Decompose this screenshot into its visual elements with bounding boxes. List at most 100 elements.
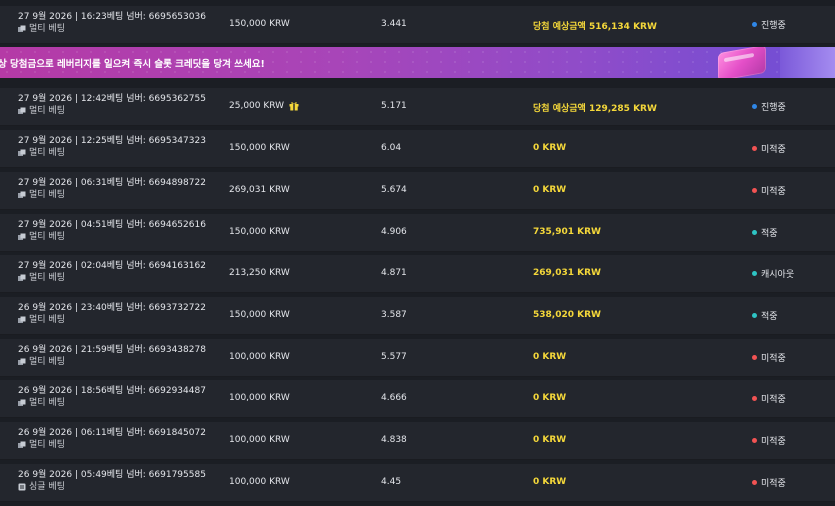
bet-date: 26 9월 2026 | 05:49: [18, 470, 107, 480]
bet-row[interactable]: 26 9월 2026 | 18:56베팅 넘버: 6692934487 멀티 베…: [0, 380, 835, 418]
bet-type: 멀티 베팅: [29, 398, 65, 408]
bet-amount: 100,000 KRW: [229, 352, 290, 362]
status-dot-icon: [752, 22, 757, 27]
bet-number-label: 베팅 넘버:: [106, 12, 146, 22]
bet-status: 캐시아웃: [752, 267, 794, 280]
bet-odds: 5.577: [381, 352, 407, 362]
bet-info: 26 9월 2026 | 18:56베팅 넘버: 6692934487 멀티 베…: [18, 385, 218, 409]
bet-payout: 당첨 예상금액 516,134 KRW: [533, 22, 657, 32]
bet-info: 26 9월 2026 | 21:59베팅 넘버: 6693438278 멀티 베…: [18, 344, 218, 368]
bet-date: 26 9월 2026 | 06:11: [18, 428, 107, 438]
status-dot-icon: [752, 188, 757, 193]
credit-card-icon: [718, 47, 766, 78]
bet-status: 미적중: [752, 392, 786, 405]
bet-payout: 당첨 예상금액 129,285 KRW: [533, 104, 657, 114]
bet-type: 멀티 베팅: [29, 273, 65, 283]
bet-row[interactable]: 26 9월 2026 | 05:49베팅 넘버: 6691795585 싱글 베…: [0, 464, 835, 502]
bet-type: 멀티 베팅: [29, 190, 65, 200]
bet-date: 27 9월 2026 | 06:31: [18, 178, 107, 188]
bet-type: 멀티 베팅: [29, 315, 65, 325]
bet-info: 27 9월 2026 | 02:04베팅 넘버: 6694163162 멀티 베…: [18, 260, 218, 284]
bet-number: 6691795585: [148, 470, 206, 480]
bet-payout: 0 KRW: [533, 352, 567, 362]
bet-number-label: 베팅 넘버:: [106, 303, 146, 313]
bet-number-label: 베팅 넘버:: [106, 428, 146, 438]
bet-payout: 735,901 KRW: [533, 227, 601, 237]
bet-status: 미적중: [752, 351, 786, 364]
bet-number: 6695362755: [148, 94, 206, 104]
bet-payout: 0 KRW: [533, 393, 567, 403]
bet-type: 멀티 베팅: [29, 24, 65, 34]
banner-text: 상 당첨금으로 레버리지를 일으켜 즉시 슬롯 크레딧을 당겨 쓰세요!: [0, 59, 265, 70]
bet-row[interactable]: 26 9월 2026 | 23:40베팅 넘버: 6693732722 멀티 베…: [0, 297, 835, 335]
bet-odds: 3.587: [381, 310, 407, 320]
bet-date: 27 9월 2026 | 12:42: [18, 94, 107, 104]
bet-row[interactable]: 27 9월 2026 | 16:23베팅 넘버: 6695653036 멀티 베…: [0, 6, 835, 44]
bet-number-label: 베팅 넘버:: [106, 220, 146, 230]
status-dot-icon: [752, 438, 757, 443]
bet-payout: 269,031 KRW: [533, 268, 601, 278]
bet-info: 27 9월 2026 | 12:25베팅 넘버: 6695347323 멀티 베…: [18, 135, 218, 159]
bet-info: 27 9월 2026 | 16:23베팅 넘버: 6695653036 멀티 베…: [18, 11, 218, 35]
single-bet-icon: [18, 483, 26, 491]
bet-status: 미적중: [752, 142, 786, 155]
bet-number: 6694652616: [148, 220, 206, 230]
bet-odds: 3.441: [381, 19, 407, 29]
multi-bet-icon: [18, 441, 26, 449]
bet-type: 멀티 베팅: [29, 148, 65, 158]
bet-odds: 4.871: [381, 268, 407, 278]
bet-date: 27 9월 2026 | 02:04: [18, 261, 107, 271]
bet-amount: 150,000 KRW: [229, 19, 290, 29]
bet-info: 27 9월 2026 | 12:42베팅 넘버: 6695362755 멀티 베…: [18, 93, 218, 117]
status-dot-icon: [752, 480, 757, 485]
bet-date: 26 9월 2026 | 18:56: [18, 386, 107, 396]
bet-odds: 4.45: [381, 477, 402, 487]
bet-type: 싱글 베팅: [29, 482, 65, 492]
status-dot-icon: [752, 271, 757, 276]
multi-bet-icon: [18, 274, 26, 282]
bet-payout: 0 KRW: [533, 143, 567, 153]
bet-row[interactable]: 27 9월 2026 | 04:51베팅 넘버: 6694652616 멀티 베…: [0, 214, 835, 252]
bet-number: 6691845072: [148, 428, 206, 438]
bet-amount: 269,031 KRW: [229, 185, 290, 195]
bet-number-label: 베팅 넘버:: [106, 94, 146, 104]
bet-number: 6693438278: [148, 345, 206, 355]
bet-odds: 5.674: [381, 185, 407, 195]
multi-bet-icon: [18, 149, 26, 157]
status-dot-icon: [752, 230, 757, 235]
bet-status: 미적중: [752, 434, 786, 447]
bet-odds: 5.171: [381, 101, 407, 111]
bet-row[interactable]: 26 9월 2026 | 06:11베팅 넘버: 6691845072 멀티 베…: [0, 422, 835, 460]
bet-date: 27 9월 2026 | 12:25: [18, 136, 107, 146]
promo-banner[interactable]: 상 당첨금으로 레버리지를 일으켜 즉시 슬롯 크레딧을 당겨 쓰세요!: [0, 47, 835, 78]
bet-date: 26 9월 2026 | 23:40: [18, 303, 107, 313]
bet-info: 27 9월 2026 | 06:31베팅 넘버: 6694898722 멀티 베…: [18, 177, 218, 201]
bet-payout: 0 KRW: [533, 477, 567, 487]
bet-number: 6692934487: [148, 386, 206, 396]
status-dot-icon: [752, 396, 757, 401]
bet-amount: 150,000 KRW: [229, 227, 290, 237]
bet-info: 26 9월 2026 | 06:11베팅 넘버: 6691845072 멀티 베…: [18, 427, 218, 451]
bet-row[interactable]: 27 9월 2026 | 02:04베팅 넘버: 6694163162 멀티 베…: [0, 255, 835, 293]
multi-bet-icon: [18, 358, 26, 366]
bet-odds: 4.838: [381, 435, 407, 445]
bet-status: 진행중: [752, 100, 786, 113]
bet-row[interactable]: 27 9월 2026 | 12:25베팅 넘버: 6695347323 멀티 베…: [0, 130, 835, 168]
bet-row[interactable]: 26 9월 2026 | 21:59베팅 넘버: 6693438278 멀티 베…: [0, 339, 835, 377]
bet-row[interactable]: 27 9월 2026 | 12:42베팅 넘버: 6695362755 멀티 베…: [0, 88, 835, 126]
bet-type: 멀티 베팅: [29, 232, 65, 242]
bet-status: 미적중: [752, 184, 786, 197]
bet-info: 26 9월 2026 | 05:49베팅 넘버: 6691795585 싱글 베…: [18, 469, 218, 493]
status-dot-icon: [752, 313, 757, 318]
bet-number-label: 베팅 넘버:: [106, 386, 146, 396]
bet-number-label: 베팅 넘버:: [106, 261, 146, 271]
multi-bet-icon: [18, 191, 26, 199]
bet-number: 6694898722: [148, 178, 206, 188]
bet-amount: 100,000 KRW: [229, 393, 290, 403]
bet-row[interactable]: 27 9월 2026 | 06:31베팅 넘버: 6694898722 멀티 베…: [0, 172, 835, 210]
bet-type: 멀티 베팅: [29, 357, 65, 367]
status-dot-icon: [752, 355, 757, 360]
multi-bet-icon: [18, 316, 26, 324]
bet-date: 27 9월 2026 | 16:23: [18, 12, 107, 22]
bet-status: 미적중: [752, 476, 786, 489]
